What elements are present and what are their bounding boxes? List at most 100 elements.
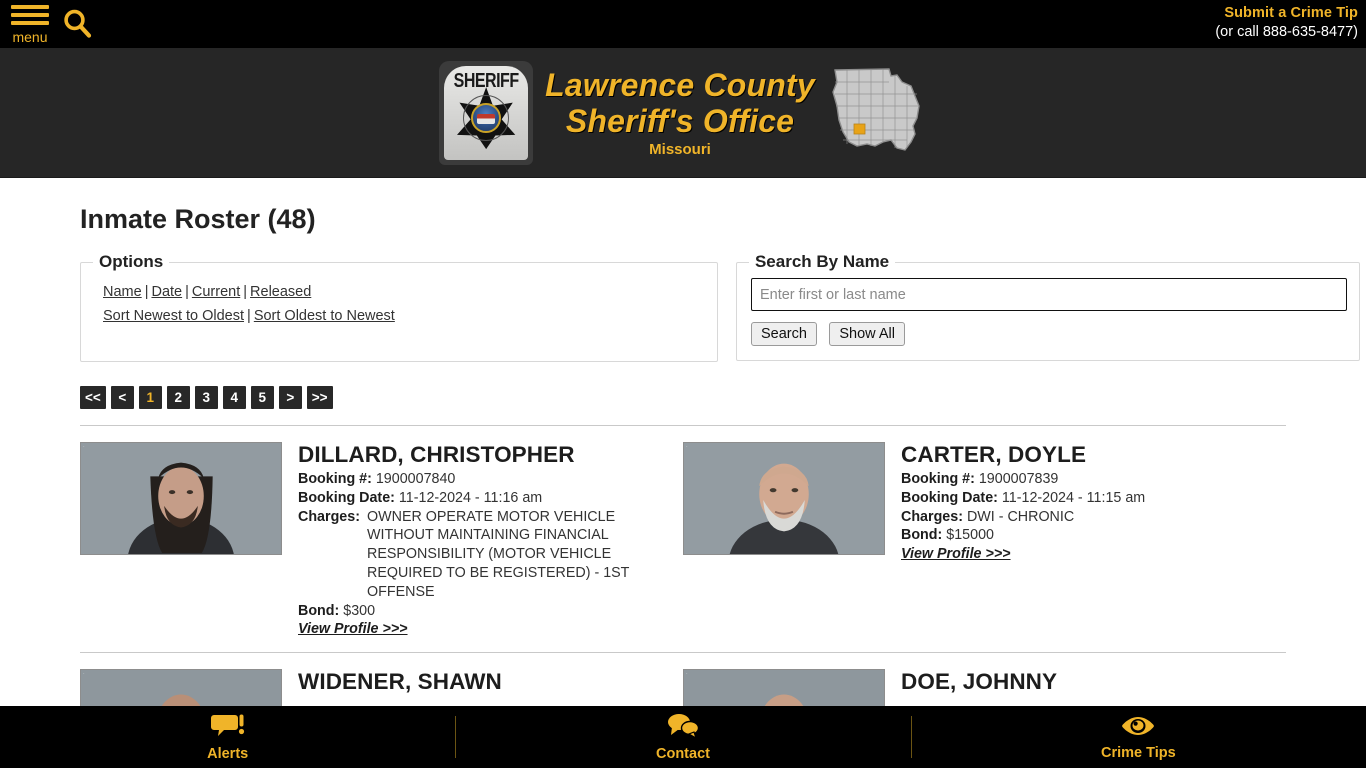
option-link-name[interactable]: Name	[103, 284, 142, 300]
inmate-bond: Bond: $15000	[901, 526, 1286, 545]
footer-label-contact: Contact	[656, 745, 710, 762]
bond-value: $300	[343, 602, 376, 619]
options-separator: |	[144, 284, 149, 300]
submit-crime-tip-link[interactable]: Submit a Crime Tip	[1215, 4, 1358, 23]
pager-page-3[interactable]: 3	[194, 386, 218, 409]
booking-date-label: Booking Date:	[901, 489, 998, 506]
footer-label-alerts: Alerts	[207, 745, 249, 762]
table-row: · DILLARD, CHRISTOPHER Booking #: 190000…	[80, 425, 1286, 652]
show-all-button[interactable]: Show All	[829, 322, 905, 346]
charges-label: Charges:	[298, 508, 360, 525]
inmate-details: CARTER, DOYLE Booking #: 1900007839 Book…	[901, 442, 1286, 638]
sheriff-badge-icon: SHERIFF	[439, 60, 534, 165]
menu-button-label: menu	[12, 29, 48, 45]
search-input[interactable]	[750, 278, 1347, 311]
option-link-sort-newest-to-oldest[interactable]: Sort Newest to Oldest	[103, 308, 244, 324]
inmate-card: · DILLARD, CHRISTOPHER Booking #: 190000…	[80, 442, 683, 638]
pager-next[interactable]: >	[278, 386, 302, 409]
bond-label: Bond:	[298, 602, 340, 619]
option-link-sort-oldest-to-newest[interactable]: Sort Oldest to Newest	[254, 308, 395, 324]
mugshot-timestamp: ·	[686, 444, 689, 450]
options-filter-row: Name | Date | Current | Released	[103, 284, 705, 300]
crime-tip-phone: (or call 888-635-8477)	[1215, 24, 1358, 40]
pager-page-1[interactable]: 1	[138, 386, 162, 409]
options-legend: Options	[99, 252, 164, 271]
topbar-left-controls: menu	[0, 0, 92, 44]
site-title-line-2: Sheriff's Office	[565, 103, 795, 139]
inmate-name: CARTER, DOYLE	[901, 442, 1087, 467]
site-masthead: SHERIFF Lawrence County Sheriff's Office…	[0, 48, 1366, 178]
search-panel: Search By Name Search Show All	[735, 252, 1360, 361]
inmate-name: DILLARD, CHRISTOPHER	[298, 442, 575, 467]
eye-icon	[1120, 714, 1156, 743]
controls-panels: Options Name | Date | Current | Released Sort …	[80, 252, 1360, 362]
booking-date-label: Booking Date:	[298, 489, 395, 506]
search-button-row: Search Show All	[750, 322, 1347, 346]
hamburger-icon	[11, 5, 49, 29]
bottom-navigation-bar: Alerts Contact Crime Tips	[0, 706, 1366, 768]
footer-item-alerts[interactable]: Alerts	[0, 706, 455, 768]
footer-item-crime-tips[interactable]: Crime Tips	[910, 706, 1366, 768]
inmate-mugshot[interactable]: ·	[683, 442, 885, 555]
inmate-bond: Bond: $300	[298, 602, 683, 621]
option-link-current[interactable]: Current	[192, 284, 240, 300]
charges-value: DWI - CHRONIC	[966, 508, 1075, 525]
pager-first[interactable]: <<	[80, 386, 106, 409]
mugshot-timestamp: ·	[686, 671, 689, 678]
chat-bubbles-icon	[666, 713, 700, 744]
inmate-booking-date: Booking Date: 11-12-2024 - 11:15 am	[901, 489, 1286, 508]
search-button[interactable]: Search	[750, 322, 817, 346]
view-profile-link[interactable]: View Profile >>>	[901, 546, 1011, 562]
search-legend: Search By Name	[754, 252, 890, 271]
mugshot-timestamp: ·	[83, 444, 86, 450]
inmate-charges: Charges: OWNER OPERATE MOTOR VEHICLE WIT…	[298, 508, 683, 602]
crime-tip-block: Submit a Crime Tip (or call 888-635-8477…	[1215, 0, 1366, 42]
inmate-details: DILLARD, CHRISTOPHER Booking #: 19000078…	[298, 442, 683, 638]
options-separator: |	[185, 284, 189, 300]
bond-value: $15000	[946, 527, 994, 544]
bond-label: Bond:	[901, 527, 943, 544]
booking-date-value: 11-12-2024 - 11:15 am	[1001, 489, 1146, 506]
main-content: Inmate Roster (48) Options Name | Date | Cur…	[0, 204, 1366, 768]
mugshot-timestamp: ·	[83, 671, 86, 678]
options-separator: |	[243, 284, 248, 300]
pager-page-2[interactable]: 2	[166, 386, 190, 409]
options-sort-row: Sort Newest to Oldest | Sort Oldest to New…	[103, 308, 705, 324]
option-link-released[interactable]: Released	[250, 284, 311, 300]
pager-prev[interactable]: <	[110, 386, 134, 409]
top-utility-bar: menu Submit a Crime Tip (or call 888-635…	[0, 0, 1366, 48]
booking-date-value: 11-12-2024 - 11:16 am	[398, 489, 543, 506]
inmate-charges: Charges: DWI - CHRONIC	[901, 508, 1286, 527]
pagination: << < 1 2 3 4 5 > >>	[80, 386, 1366, 409]
footer-item-contact[interactable]: Contact	[455, 706, 910, 768]
inmate-booking-number: Booking #: 1900007840	[298, 470, 683, 489]
pager-page-4[interactable]: 4	[222, 386, 246, 409]
booking-number-label: Booking #:	[298, 471, 372, 487]
booking-number-value: 1900007839	[978, 471, 1059, 487]
missouri-state-map-icon	[827, 62, 927, 163]
site-title-line-1: Lawrence County	[545, 67, 815, 103]
alert-bubble-icon	[210, 713, 245, 744]
page-title: Inmate Roster (48)	[80, 204, 316, 234]
inmate-booking-date: Booking Date: 11-12-2024 - 11:16 am	[298, 489, 683, 508]
site-title-state: Missouri	[649, 141, 711, 158]
option-link-date[interactable]: Date	[151, 284, 182, 300]
booking-number-value: 1900007840	[375, 471, 456, 487]
inmate-name: DOE, JOHNNY	[901, 669, 1058, 695]
options-panel: Options Name | Date | Current | Released Sort …	[80, 252, 718, 362]
search-icon[interactable]	[62, 8, 92, 44]
booking-number-label: Booking #:	[901, 471, 975, 487]
pager-page-5[interactable]: 5	[250, 386, 274, 409]
inmate-name: WIDENER, SHAWN	[298, 669, 502, 695]
site-title-block: Lawrence County Sheriff's Office Missour…	[545, 67, 815, 158]
inmate-booking-number: Booking #: 1900007839	[901, 470, 1286, 489]
inmate-card: · CARTER, DOYLE Booking #: 1900007839 Bo…	[683, 442, 1286, 638]
pager-last[interactable]: >>	[306, 386, 333, 409]
inmate-mugshot[interactable]: ·	[80, 442, 282, 555]
charges-value: OWNER OPERATE MOTOR VEHICLE WITHOUT MAIN…	[367, 508, 630, 600]
options-separator: |	[247, 308, 251, 324]
charges-label: Charges:	[901, 508, 963, 525]
menu-button[interactable]: menu	[8, 5, 52, 44]
view-profile-link[interactable]: View Profile >>>	[298, 621, 408, 637]
footer-label-crime-tips: Crime Tips	[1100, 744, 1176, 761]
